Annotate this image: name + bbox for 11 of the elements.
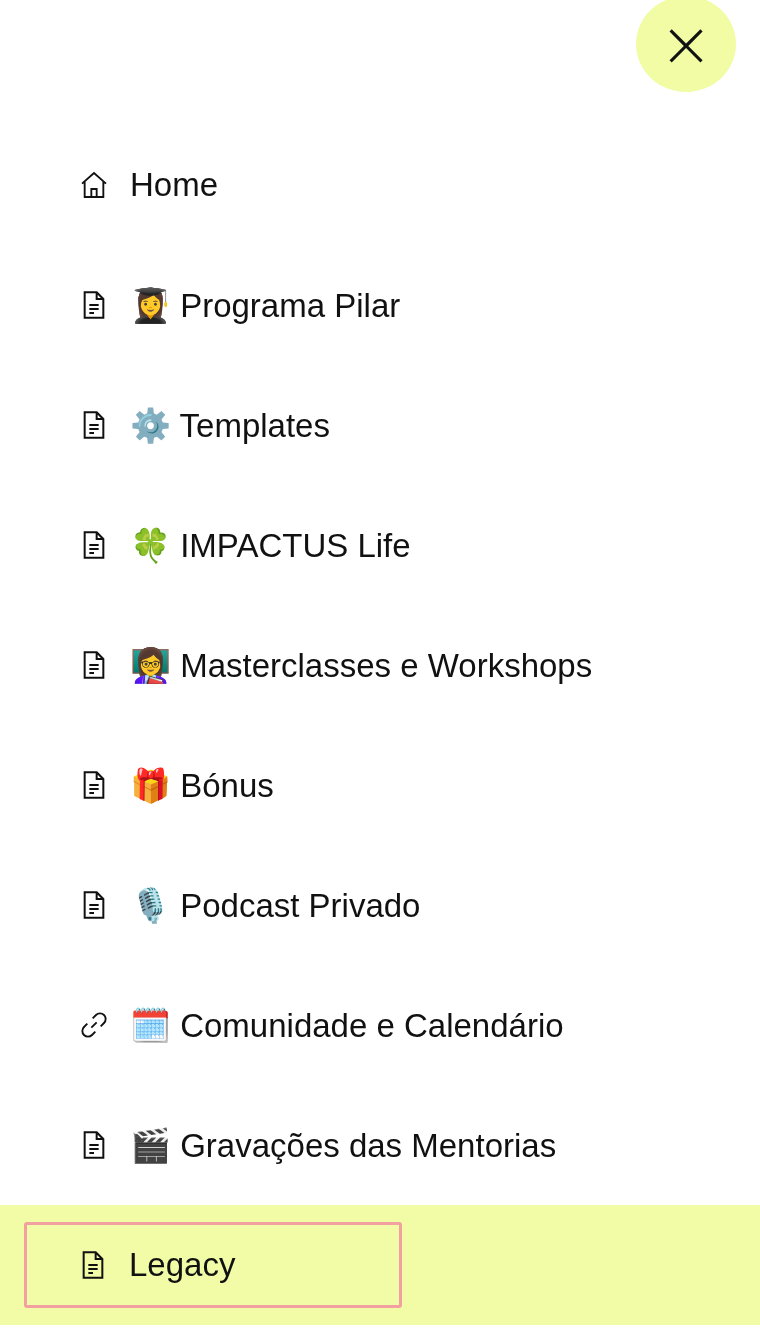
menu-item[interactable]: 🎙 Podcast Privado [76,862,423,948]
menu-item[interactable]: 🎬 Gravações das Mentorias [76,1102,559,1188]
menu-item[interactable]: 🎁 Bónus [76,742,276,828]
menu-item[interactable]: 🗓 Comunidade e Calendário [76,982,566,1068]
menu-item[interactable]: Legacy [24,1222,402,1308]
menu-item[interactable]: 🍀 IMPACTUS Life [76,502,413,588]
menu-item[interactable]: 👩‍🏫 Masterclasses e Workshops [76,622,595,708]
menu-item[interactable]: 👩‍🎓 Programa Pilar [76,262,403,348]
close-button[interactable]: × [636,0,736,92]
menu-item[interactable]: Home [76,142,221,228]
menu-item[interactable]: ⚙ Templates [76,382,332,468]
